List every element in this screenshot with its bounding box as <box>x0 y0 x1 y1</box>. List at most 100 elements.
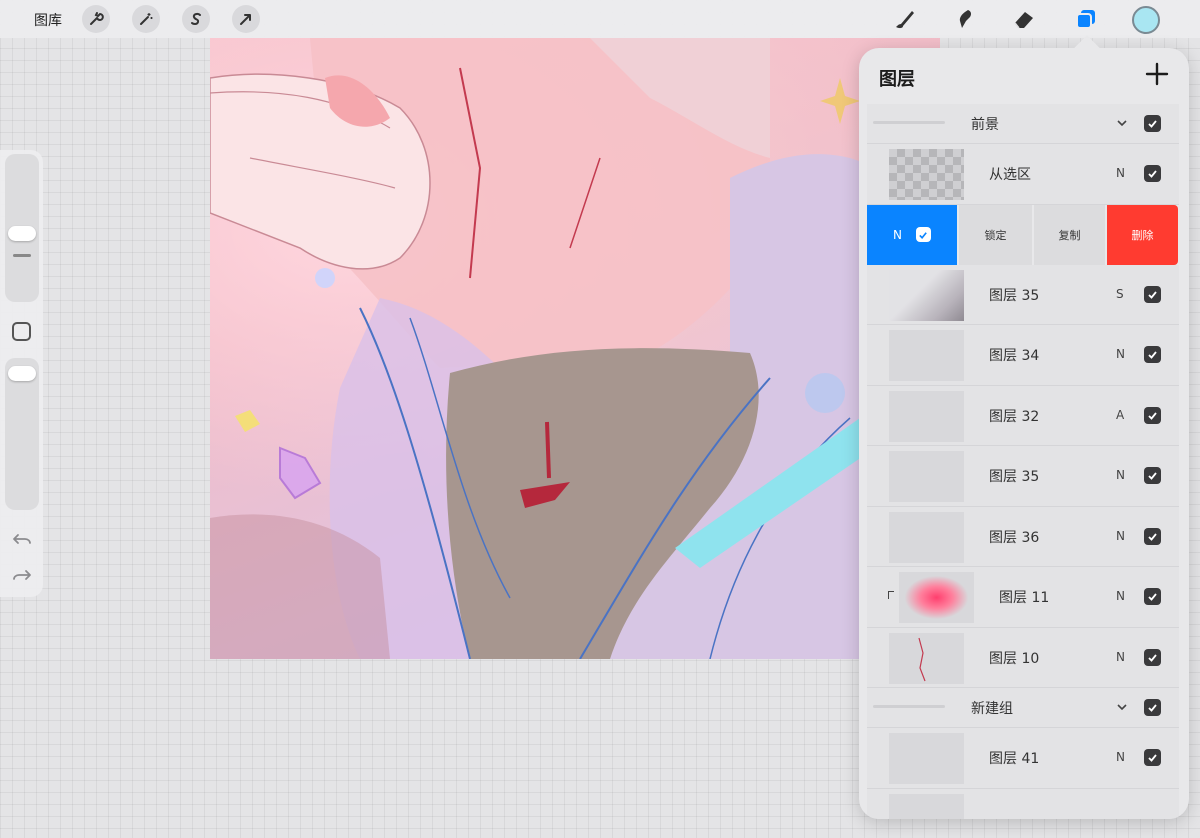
layer-thumbnail <box>889 390 964 442</box>
check-icon <box>1148 593 1157 601</box>
delete-button[interactable]: 删除 <box>1107 204 1178 265</box>
visibility-checkbox[interactable] <box>1144 165 1161 182</box>
magic-wand-icon <box>140 13 153 25</box>
layer-thumbnail <box>889 793 964 819</box>
lock-button[interactable]: 锁定 <box>959 204 1032 265</box>
visibility-checkbox[interactable] <box>1144 406 1161 424</box>
slider-divider <box>13 254 31 257</box>
transform-arrow-icon[interactable] <box>232 5 260 33</box>
layers-icon[interactable] <box>1072 5 1100 33</box>
layer-row[interactable]: 图层 35 S <box>867 264 1179 325</box>
selected-layer-blend[interactable]: N <box>893 228 902 242</box>
visibility-checkbox[interactable] <box>1144 527 1161 545</box>
opacity-knob[interactable] <box>8 366 36 381</box>
group-bar <box>873 121 945 124</box>
layers-list: 前景 从选区 N N 锁定 复制 删除 图层 35 S 图层 34 N 图层 3… <box>867 104 1179 819</box>
check-icon <box>1148 754 1157 762</box>
check-icon <box>1148 532 1157 541</box>
chevron-down-icon[interactable] <box>1115 700 1129 714</box>
layer-blend-mode[interactable]: N <box>1116 166 1125 180</box>
layer-name: 图层 32 <box>989 408 1040 425</box>
layer-thumbnail <box>889 451 964 502</box>
layer-group-name: 新建组 <box>971 701 1013 717</box>
layers-panel-title: 图层 <box>879 69 915 90</box>
layer-row[interactable]: 图层 36 N <box>867 506 1179 567</box>
brush-icon[interactable] <box>890 5 918 33</box>
layers-panel: 图层 前景 从选区 N N 锁定 复制 删除 图层 35 S 图层 34 N 图… <box>859 48 1189 819</box>
drawing-canvas[interactable] <box>210 38 940 659</box>
artwork-illustration <box>210 38 940 659</box>
smudge-icon[interactable] <box>950 5 978 33</box>
visibility-checkbox[interactable] <box>1144 346 1161 363</box>
check-icon <box>919 231 928 239</box>
layer-row[interactable] <box>867 788 1179 819</box>
layer-group-row[interactable]: 前景 <box>867 104 1179 144</box>
selection-s-icon[interactable] <box>182 5 210 33</box>
layer-row[interactable]: 图层 10 N <box>867 627 1179 688</box>
layer-row[interactable]: 图层 41 N <box>867 728 1179 789</box>
brush-size-slider[interactable] <box>5 154 39 302</box>
adjustments-magic-wand-icon[interactable] <box>132 5 160 33</box>
layer-thumbnail <box>889 511 964 563</box>
plus-icon[interactable] <box>1143 60 1171 88</box>
layer-row[interactable]: 图层 35 N <box>867 446 1179 507</box>
visibility-checkbox[interactable] <box>1144 699 1161 716</box>
layer-name: 图层 34 <box>989 348 1040 364</box>
layer-blend-mode[interactable]: S <box>1116 287 1124 301</box>
layer-name: 图层 35 <box>989 469 1040 485</box>
selected-layer-button[interactable]: N <box>867 204 957 265</box>
layer-blend-mode[interactable]: N <box>1116 650 1125 664</box>
layer-name: 图层 41 <box>989 751 1040 767</box>
layer-blend-mode[interactable]: N <box>1116 468 1125 482</box>
arrow-icon <box>240 14 251 25</box>
redo-icon[interactable] <box>11 564 33 586</box>
layer-blend-mode[interactable]: N <box>1116 750 1125 764</box>
visibility-checkbox[interactable] <box>1144 115 1161 132</box>
layer-thumbnail <box>889 330 964 381</box>
layer-blend-mode[interactable]: N <box>1116 347 1125 361</box>
layer-blend-mode[interactable]: N <box>1116 589 1125 603</box>
actions-wrench-icon[interactable] <box>82 5 110 33</box>
layer-group-name: 前景 <box>971 117 999 133</box>
layer-blend-mode[interactable]: A <box>1116 408 1124 422</box>
check-icon <box>1148 170 1157 178</box>
selected-visibility-checkbox[interactable] <box>915 227 931 242</box>
layer-name: 图层 36 <box>989 529 1040 546</box>
duplicate-button[interactable]: 复制 <box>1034 204 1105 265</box>
layer-row[interactable]: 图层 32 A <box>867 385 1179 446</box>
left-sidebar <box>0 150 43 597</box>
check-icon <box>1148 411 1157 420</box>
top-toolbar: 图库 <box>0 0 1200 38</box>
layer-group-row[interactable]: 新建组 <box>867 688 1179 728</box>
visibility-checkbox[interactable] <box>1144 467 1161 484</box>
layer-row[interactable]: 从选区 N <box>867 144 1179 205</box>
layer-thumbnail <box>889 733 964 784</box>
layer-thumbnail <box>889 149 964 200</box>
visibility-checkbox[interactable] <box>1144 648 1161 666</box>
layer-name: 图层 11 <box>999 590 1050 606</box>
brush-size-knob[interactable] <box>8 226 36 241</box>
layer-name: 图层 35 <box>989 287 1040 304</box>
group-bar <box>873 705 945 708</box>
layer-thumbnail <box>889 632 964 684</box>
visibility-checkbox[interactable] <box>1144 285 1161 303</box>
layer-thumbnail <box>899 572 974 623</box>
opacity-slider[interactable] <box>5 358 39 510</box>
layer-thumbnail <box>889 269 964 321</box>
visibility-checkbox[interactable] <box>1144 588 1161 605</box>
eraser-icon[interactable] <box>1010 5 1038 33</box>
layer-blend-mode[interactable]: N <box>1116 529 1125 543</box>
gallery-button[interactable]: 图库 <box>34 10 62 30</box>
selection-icon <box>191 12 201 25</box>
check-icon <box>1148 653 1157 662</box>
square-modify-button[interactable] <box>12 322 31 341</box>
layer-row[interactable]: 图层 34 N <box>867 325 1179 386</box>
undo-icon[interactable] <box>11 528 33 550</box>
check-icon <box>1148 351 1157 359</box>
layer-name: 从选区 <box>989 167 1031 183</box>
chevron-down-icon[interactable] <box>1115 116 1129 130</box>
check-icon <box>1148 472 1157 480</box>
layer-row[interactable]: 图层 11 N <box>867 567 1179 628</box>
visibility-checkbox[interactable] <box>1144 749 1161 766</box>
color-picker-swatch[interactable] <box>1132 6 1160 34</box>
